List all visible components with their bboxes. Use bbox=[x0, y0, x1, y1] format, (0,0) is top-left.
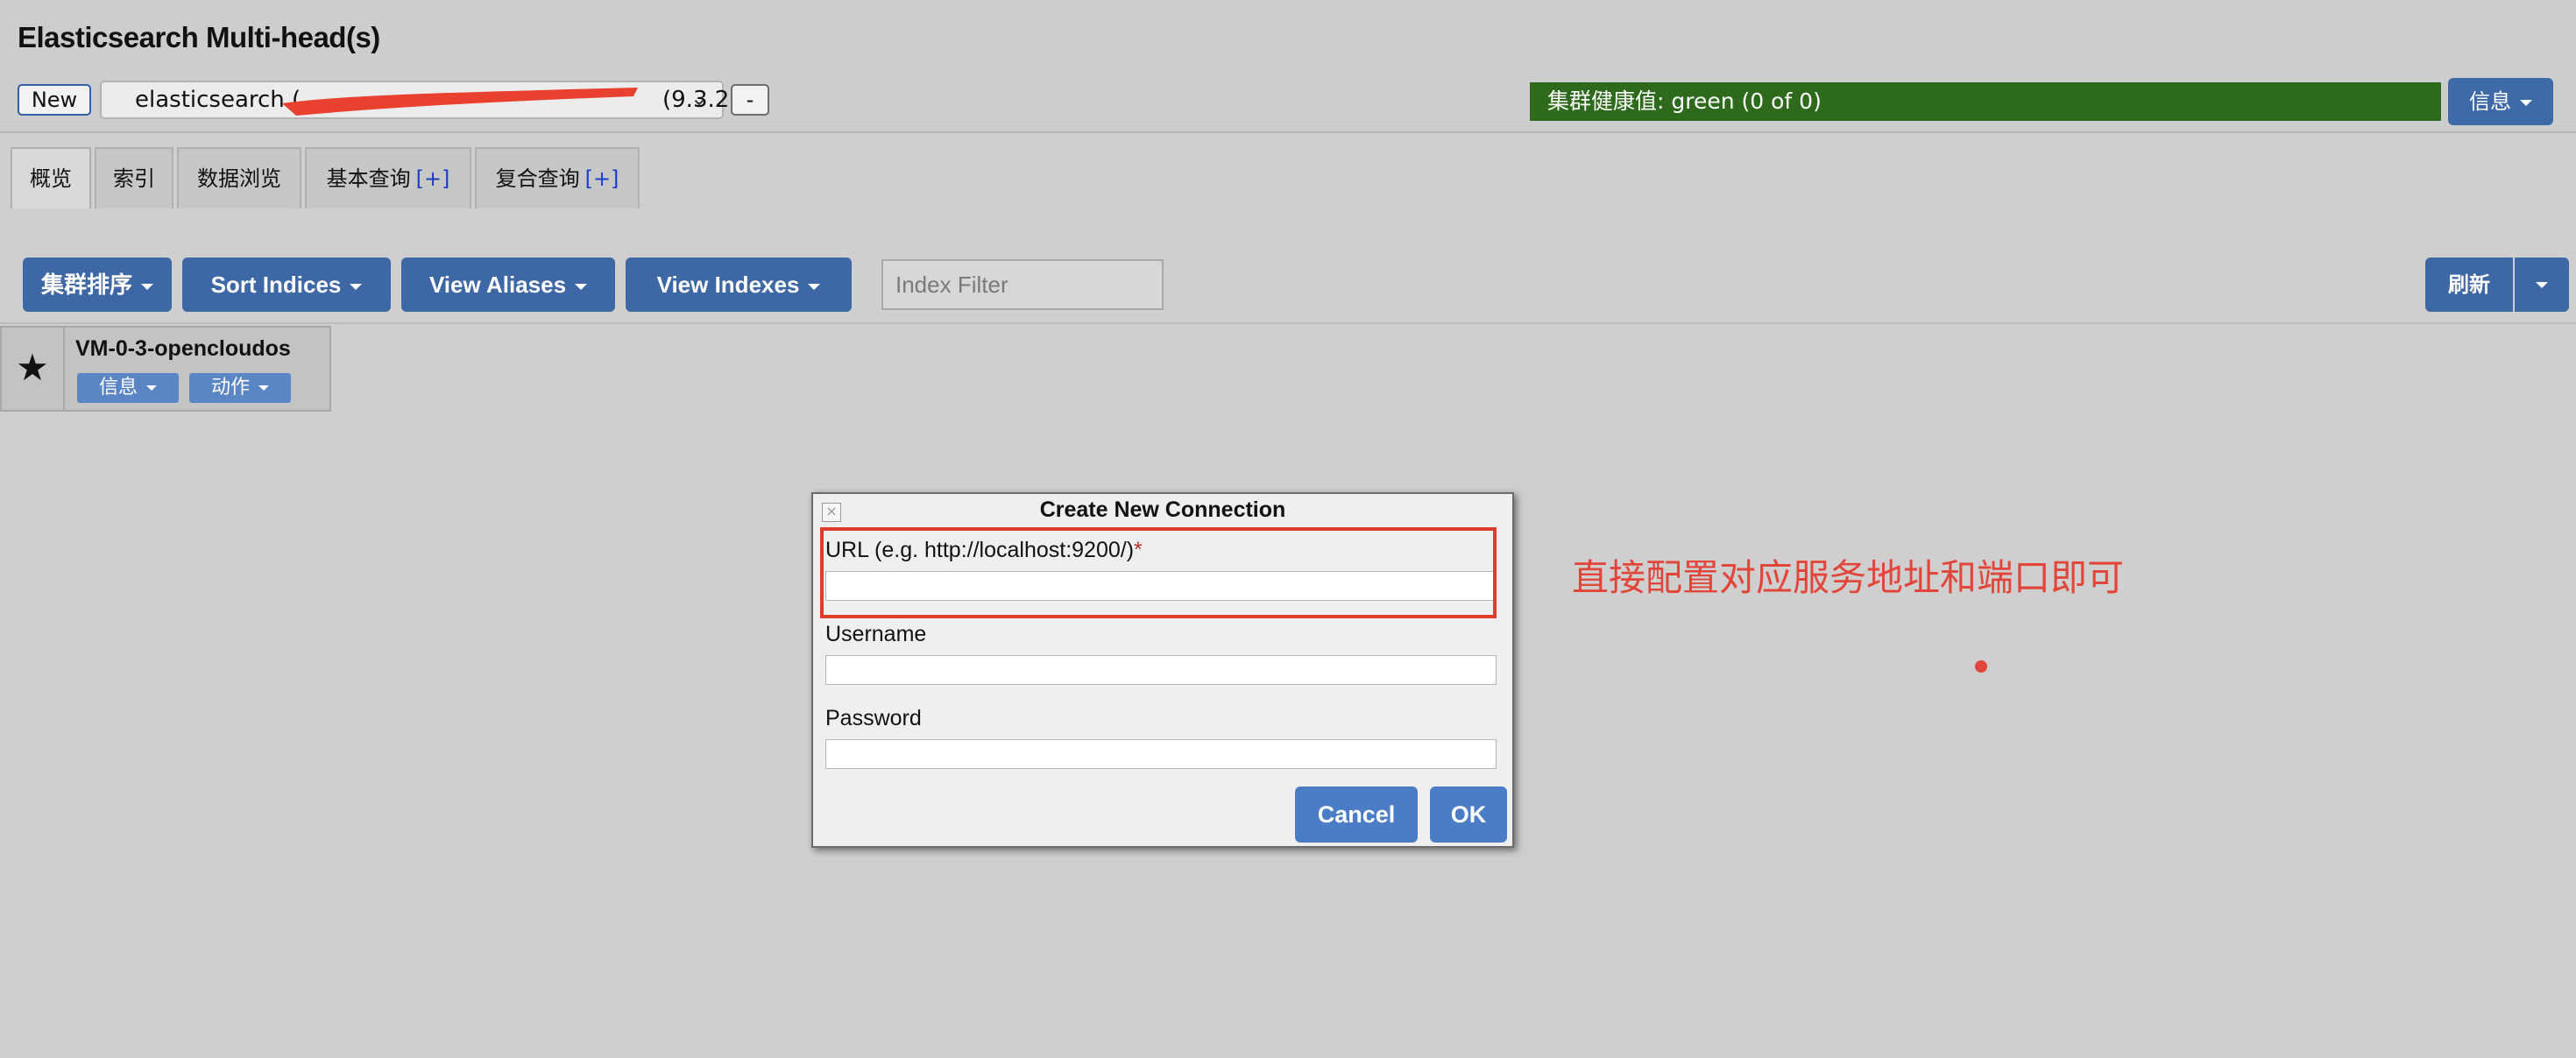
node-action-label: 动作 bbox=[210, 377, 250, 399]
cluster-sort-button[interactable]: 集群排序 bbox=[23, 257, 172, 312]
url-highlight-box bbox=[820, 527, 1497, 618]
master-node-star-icon: ★ bbox=[0, 326, 65, 412]
dialog-title: Create New Connection bbox=[1039, 497, 1286, 522]
tab-plus: [+] bbox=[584, 166, 619, 191]
tab-overview[interactable]: 概览 bbox=[11, 147, 91, 210]
caret-down-icon bbox=[141, 283, 153, 290]
remove-connection-button[interactable]: - bbox=[731, 84, 769, 116]
refresh-button[interactable]: 刷新 bbox=[2425, 257, 2513, 312]
app-title: Elasticsearch Multi-head(s) bbox=[18, 21, 380, 53]
cluster-sort-label: 集群排序 bbox=[40, 272, 132, 298]
caret-down-icon bbox=[808, 283, 821, 290]
header-info-button[interactable]: 信息 bbox=[2448, 78, 2553, 125]
new-connection-button[interactable]: New bbox=[18, 84, 91, 116]
tab-data-browse[interactable]: 数据浏览 bbox=[177, 147, 301, 208]
caret-down-icon bbox=[2520, 99, 2532, 106]
tab-label: 数据浏览 bbox=[197, 166, 281, 191]
caret-down-icon bbox=[258, 385, 269, 391]
annotation-text: 直接配置对应服务地址和端口即可 bbox=[1572, 556, 2125, 599]
tab-indices[interactable]: 索引 bbox=[95, 147, 173, 208]
caret-down-icon bbox=[146, 385, 157, 391]
tab-label: 复合查询 bbox=[495, 166, 580, 191]
annotation-dot bbox=[1975, 660, 1987, 673]
tab-complex-query[interactable]: 复合查询 [+] bbox=[475, 147, 640, 208]
password-input[interactable] bbox=[825, 739, 1497, 769]
username-label: Username bbox=[825, 622, 927, 646]
caret-down-icon bbox=[575, 283, 588, 290]
refresh-dropdown-button[interactable] bbox=[2515, 257, 2569, 312]
node-info-label: 信息 bbox=[98, 377, 138, 399]
connection-name: elasticsearch ( bbox=[135, 87, 301, 113]
view-indexes-button[interactable]: View Indexes bbox=[626, 257, 852, 312]
username-input[interactable] bbox=[825, 655, 1497, 685]
view-indexes-label: View Indexes bbox=[656, 272, 800, 298]
node-cell: VM-0-3-opencloudos 信息 动作 bbox=[65, 326, 331, 412]
app-header: Elasticsearch Multi-head(s) New elastics… bbox=[0, 0, 2576, 210]
sort-indices-label: Sort Indices bbox=[210, 272, 342, 298]
sort-indices-button[interactable]: Sort Indices bbox=[182, 257, 391, 312]
header-info-label: 信息 bbox=[2469, 89, 2511, 114]
chevron-down-icon: ⌄ bbox=[690, 86, 708, 110]
caret-down-icon bbox=[350, 283, 363, 290]
index-filter-input[interactable] bbox=[881, 259, 1164, 310]
ok-button[interactable]: OK bbox=[1430, 786, 1507, 843]
password-label: Password bbox=[825, 706, 922, 730]
node-action-button[interactable]: 动作 bbox=[189, 373, 291, 403]
redaction-scribble bbox=[282, 88, 638, 116]
node-info-button[interactable]: 信息 bbox=[77, 373, 179, 403]
tab-label: 基本查询 bbox=[326, 166, 411, 191]
cancel-button[interactable]: Cancel bbox=[1295, 786, 1418, 843]
caret-down-icon bbox=[2536, 282, 2548, 288]
tab-plus: [+] bbox=[415, 166, 450, 191]
view-aliases-label: View Aliases bbox=[428, 272, 567, 298]
tab-label: 索引 bbox=[113, 166, 155, 191]
tab-basic-query[interactable]: 基本查询 [+] bbox=[305, 147, 471, 208]
tab-label: 概览 bbox=[30, 166, 72, 191]
cluster-health-status: 集群健康值: green (0 of 0) bbox=[1530, 82, 2441, 121]
view-aliases-button[interactable]: View Aliases bbox=[401, 257, 615, 312]
node-name: VM-0-3-opencloudos bbox=[75, 336, 291, 361]
